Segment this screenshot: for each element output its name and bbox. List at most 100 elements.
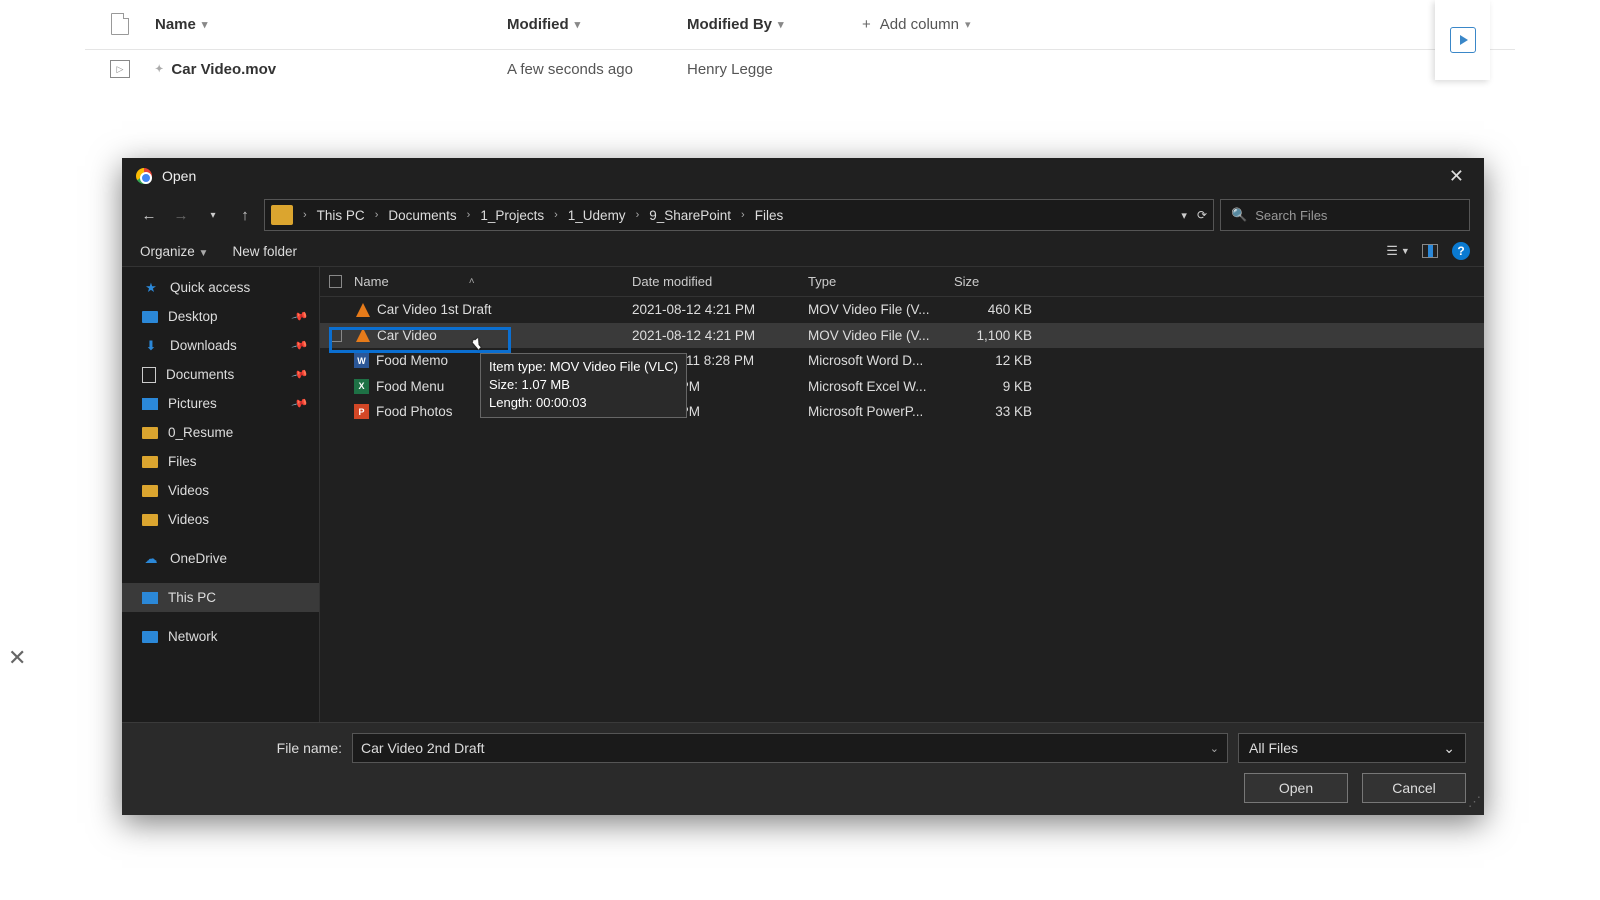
chevron-down-icon: ▾ <box>965 18 971 31</box>
cancel-button[interactable]: Cancel <box>1362 773 1466 803</box>
chevron-down-icon: ▾ <box>778 18 784 31</box>
row-checkbox[interactable] <box>329 329 342 342</box>
sp-modifiedby: Henry Legge <box>687 61 773 78</box>
sidebar-folder-videos[interactable]: Videos <box>122 476 319 505</box>
sp-col-modifiedby[interactable]: Modified By▾ <box>687 16 862 33</box>
refresh-icon[interactable]: ⟳ <box>1197 208 1207 222</box>
pin-icon: 📌 <box>291 365 309 383</box>
preview-pane-toggle[interactable] <box>1422 244 1438 258</box>
folder-icon <box>142 427 158 439</box>
breadcrumb[interactable]: 1_Udemy <box>564 208 630 223</box>
vlc-icon <box>356 303 370 317</box>
excel-icon: X <box>354 379 369 394</box>
col-date[interactable]: Date modified <box>632 274 808 289</box>
sp-header-icon-col <box>85 13 155 35</box>
file-row-selected[interactable]: Car Video 2021-08-12 4:21 PM MOV Video F… <box>320 323 1484 349</box>
col-size[interactable]: Size <box>954 274 1044 289</box>
sp-add-column[interactable]: + Add column▾ <box>862 16 971 33</box>
back-button[interactable]: ← <box>136 202 162 228</box>
cloud-icon: ☁ <box>142 552 160 566</box>
star-icon: ★ <box>142 281 160 295</box>
breadcrumb[interactable]: 1_Projects <box>476 208 548 223</box>
sidebar-network[interactable]: Network <box>122 622 319 651</box>
desktop-icon <box>142 311 158 323</box>
filename-input[interactable]: Car Video 2nd Draft⌄ <box>352 733 1228 763</box>
search-placeholder: Search Files <box>1255 208 1327 223</box>
sidebar-downloads[interactable]: ⬇Downloads📌 <box>122 331 319 360</box>
search-input[interactable]: 🔍 Search Files <box>1220 199 1470 231</box>
breadcrumb[interactable]: This PC <box>313 208 369 223</box>
file-list-header: Name˄ Date modified Type Size <box>320 267 1484 297</box>
organize-menu[interactable]: Organize ▼ <box>140 244 208 259</box>
folder-icon <box>142 514 158 526</box>
sidebar-folder-files[interactable]: Files <box>122 447 319 476</box>
col-type[interactable]: Type <box>808 274 954 289</box>
tooltip-line: Item type: MOV Video File (VLC) <box>489 358 678 376</box>
tooltip-line: Size: 1.07 MB <box>489 376 678 394</box>
powerpoint-icon: P <box>354 404 369 419</box>
pin-icon: 📌 <box>291 307 309 325</box>
filename-label: File name: <box>140 740 342 756</box>
open-button[interactable]: Open <box>1244 773 1348 803</box>
sp-col-modified[interactable]: Modified▾ <box>507 16 687 33</box>
sidebar-onedrive[interactable]: ☁OneDrive <box>122 544 319 573</box>
sidebar-documents[interactable]: Documents📌 <box>122 360 319 389</box>
breadcrumb-sep: › <box>301 209 309 221</box>
sidebar-quick-access[interactable]: ★Quick access <box>122 273 319 302</box>
folder-icon <box>142 485 158 497</box>
file-tooltip: Item type: MOV Video File (VLC) Size: 1.… <box>480 353 687 418</box>
dialog-navbar: ← → ▾ ↑ › This PC› Documents› 1_Projects… <box>122 194 1484 236</box>
dialog-bottombar: File name: Car Video 2nd Draft⌄ All File… <box>122 722 1484 815</box>
document-icon <box>111 13 129 35</box>
pin-icon: 📌 <box>291 394 309 412</box>
file-row[interactable]: Car Video 1st Draft 2021-08-12 4:21 PM M… <box>320 297 1484 323</box>
folder-icon <box>142 456 158 468</box>
vlc-icon <box>356 328 370 342</box>
sp-header-row: Name▾ Modified▾ Modified By▾ + Add colum… <box>85 5 1515 50</box>
select-all-checkbox[interactable] <box>329 275 342 288</box>
sp-col-name[interactable]: Name▾ <box>155 16 507 33</box>
up-button[interactable]: ↑ <box>232 202 258 228</box>
close-icon[interactable]: ✕ <box>1443 164 1470 189</box>
sidebar-folder-resume[interactable]: 0_Resume <box>122 418 319 447</box>
pictures-icon <box>142 398 158 410</box>
video-file-icon: ▷ <box>110 60 130 78</box>
forward-button[interactable]: → <box>168 202 194 228</box>
floating-action-panel[interactable] <box>1435 0 1490 80</box>
sidebar-folder-videos2[interactable]: Videos <box>122 505 319 534</box>
address-bar[interactable]: › This PC› Documents› 1_Projects› 1_Udem… <box>264 199 1214 231</box>
document-icon <box>142 367 156 383</box>
pin-icon: 📌 <box>291 336 309 354</box>
recent-dropdown[interactable]: ▾ <box>200 202 226 228</box>
dialog-title: Open <box>162 168 196 184</box>
folder-icon <box>271 205 293 225</box>
sp-file-name: Car Video.mov <box>171 61 276 78</box>
word-icon: W <box>354 353 369 368</box>
network-icon <box>142 631 158 643</box>
help-icon[interactable]: ? <box>1452 242 1470 260</box>
col-name[interactable]: Name˄ <box>350 274 632 289</box>
dialog-toolbar: Organize ▼ New folder ☰ ▼ ? <box>122 236 1484 266</box>
pc-icon <box>142 592 158 604</box>
view-options[interactable]: ☰ ▼ <box>1388 243 1408 259</box>
play-icon <box>1450 27 1476 53</box>
breadcrumb[interactable]: 9_SharePoint <box>645 208 735 223</box>
new-folder-button[interactable]: New folder <box>232 244 297 259</box>
address-dropdown-icon[interactable]: ▾ <box>1181 209 1187 222</box>
sidebar-pictures[interactable]: Pictures📌 <box>122 389 319 418</box>
sort-asc-icon: ˄ <box>469 276 475 287</box>
file-type-filter[interactable]: All Files⌄ <box>1238 733 1466 763</box>
sidebar-desktop[interactable]: Desktop📌 <box>122 302 319 331</box>
breadcrumb[interactable]: Documents <box>384 208 460 223</box>
chevron-down-icon: ▾ <box>202 18 208 31</box>
chevron-down-icon[interactable]: ⌄ <box>1210 742 1219 755</box>
breadcrumb[interactable]: Files <box>751 208 788 223</box>
open-file-dialog: Open ✕ ← → ▾ ↑ › This PC› Documents› 1_P… <box>122 158 1484 815</box>
sp-file-row[interactable]: ▷ ✦Car Video.mov A few seconds ago Henry… <box>85 50 1515 88</box>
sidebar-this-pc[interactable]: This PC <box>122 583 319 612</box>
chevron-down-icon: ⌄ <box>1443 740 1455 757</box>
chevron-down-icon: ▾ <box>575 18 581 31</box>
close-panel-icon[interactable]: ✕ <box>8 645 26 671</box>
plus-icon: + <box>862 16 871 33</box>
resize-grip-icon[interactable]: ⋰ <box>1468 799 1480 811</box>
